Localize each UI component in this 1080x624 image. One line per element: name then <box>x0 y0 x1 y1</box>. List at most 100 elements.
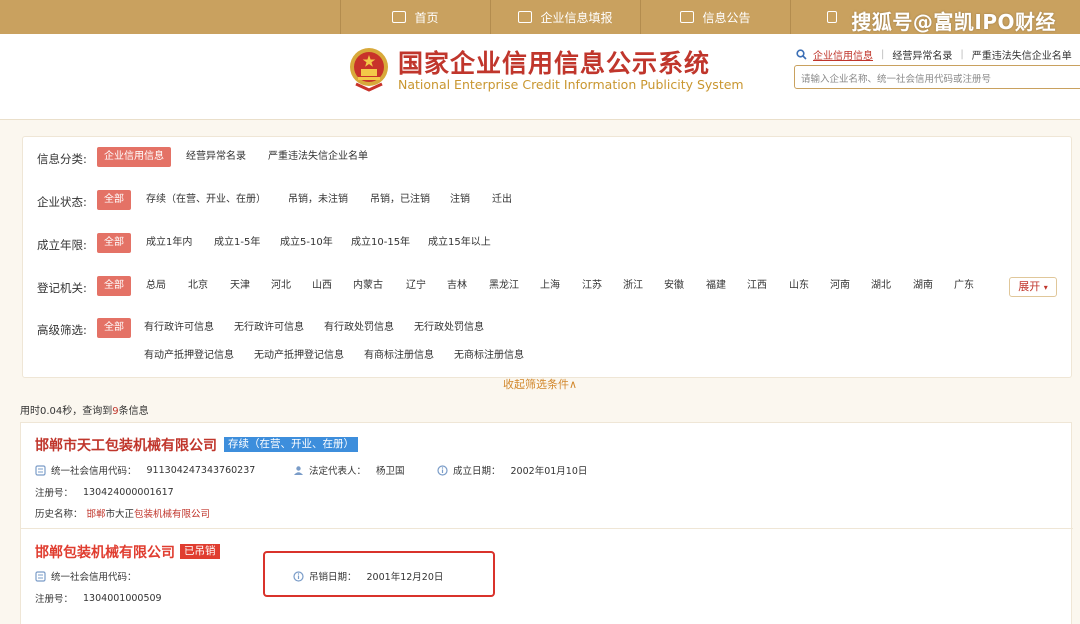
company-name[interactable]: 邯郸市天工包装机械有限公司 <box>35 435 217 455</box>
filter-years-10-15[interactable]: 成立10-15年 <box>344 233 417 253</box>
filter-category-abnormal[interactable]: 经营异常名录 <box>179 147 253 167</box>
filter-authority-all[interactable]: 全部 <box>97 276 131 296</box>
link-blacklist[interactable]: 严重违法失信企业名单 <box>972 47 1072 62</box>
filter-authority-item[interactable]: 内蒙古 <box>346 276 390 296</box>
filter-authority-item[interactable]: 天津 <box>223 276 257 296</box>
collapse-filters-link[interactable]: 收起筛选条件∧ <box>0 376 1080 392</box>
expand-button[interactable]: 展开 ▾ <box>1009 277 1057 297</box>
filter-authority-item[interactable]: 上海 <box>533 276 567 296</box>
credit-code-row: 统一社会信用代码： <box>35 569 147 583</box>
filter-years-1-5[interactable]: 成立1-5年 <box>207 233 267 253</box>
history-name-row: 历史名称： 邯郸 市大正 包装机械有限公司 <box>35 506 210 520</box>
filter-status-revoked-open[interactable]: 吊销，未注销 <box>281 190 355 210</box>
founding-date-label: 成立日期： <box>453 466 501 477</box>
filter-status-moved[interactable]: 迁出 <box>485 190 519 210</box>
filter-authority-item[interactable]: 山东 <box>782 276 816 296</box>
collapse-filters-label: 收起筛选条件∧ <box>502 378 578 391</box>
history-name-highlight: 包装机械有限公司 <box>134 509 211 520</box>
filter-advanced-item[interactable]: 无商标注册信息 <box>447 346 531 366</box>
link-credit-info[interactable]: 企业信用信息 <box>813 47 873 62</box>
result-stats: 用时0.04秒，查询到9条信息 <box>20 402 149 417</box>
filter-authority-item[interactable]: 山西 <box>305 276 339 296</box>
stats-suffix: 条信息 <box>118 406 149 417</box>
filter-authority-item[interactable]: 吉林 <box>440 276 474 296</box>
nav-notice[interactable]: 信息公告 <box>640 0 790 34</box>
filter-category-credit[interactable]: 企业信用信息 <box>97 147 171 167</box>
filter-advanced-item[interactable]: 无行政处罚信息 <box>407 318 491 338</box>
national-emblem-icon <box>350 48 388 92</box>
filter-authority-item[interactable]: 北京 <box>181 276 215 296</box>
filter-status-all[interactable]: 全部 <box>97 190 131 210</box>
status-badge: 已吊销 <box>180 544 220 559</box>
site-subtitle: National Enterprise Credit Information P… <box>398 77 744 92</box>
credit-code-label: 统一社会信用代码： <box>51 466 137 477</box>
filter-years-all[interactable]: 全部 <box>97 233 131 253</box>
filter-panel: 信息分类: 企业信用信息 经营异常名录 严重违法失信企业名单 企业状态: 全部 … <box>22 136 1072 378</box>
reg-no-value: 1304001000509 <box>83 592 162 604</box>
filter-advanced-all[interactable]: 全部 <box>97 318 131 338</box>
history-name-highlight: 邯郸 <box>86 509 106 520</box>
filter-label-advanced: 高级筛选: <box>37 323 87 337</box>
id-card-icon <box>35 464 46 476</box>
monitor-icon <box>392 11 407 23</box>
filter-authority-item[interactable]: 辽宁 <box>399 276 433 296</box>
filter-authority-item[interactable]: 广东 <box>947 276 981 296</box>
reg-no-value: 130424000001617 <box>83 486 174 498</box>
status-badge: 存续（在营、开业、在册） <box>224 437 358 452</box>
company-name[interactable]: 邯郸包装机械有限公司 <box>35 542 175 562</box>
filter-authority-item[interactable]: 安徽 <box>657 276 691 296</box>
filter-authority-item[interactable]: 黑龙江 <box>482 276 526 296</box>
filter-advanced-item[interactable]: 无行政许可信息 <box>227 318 311 338</box>
filter-years-1[interactable]: 成立1年内 <box>139 233 199 253</box>
filter-authority-item[interactable]: 河南 <box>823 276 857 296</box>
filter-status-active[interactable]: 存续（在营、开业、在册） <box>139 190 273 210</box>
filter-label-years: 成立年限: <box>37 238 87 252</box>
link-abnormal-list[interactable]: 经营异常名录 <box>892 47 952 62</box>
site-header: 国家企业信用信息公示系统 National Enterprise Credit … <box>0 34 1080 120</box>
quick-links: 企业信用信息 | 经营异常名录 | 严重违法失信企业名单 <box>796 47 1072 62</box>
result-list: 邯郸市天工包装机械有限公司 存续（在营、开业、在册） 统一社会信用代码： 911… <box>20 422 1073 624</box>
founding-date-row: 成立日期： 2002年01月10日 <box>437 463 587 477</box>
filter-status-revoked-closed[interactable]: 吊销，已注销 <box>363 190 437 210</box>
nav-home[interactable]: 首页 <box>340 0 490 34</box>
reg-no-label: 注册号： <box>35 594 74 605</box>
result-card[interactable]: 邯郸市天工包装机械有限公司 存续（在营、开业、在册） 统一社会信用代码： 911… <box>21 423 1073 529</box>
filter-advanced-item[interactable]: 有商标注册信息 <box>357 346 441 366</box>
person-icon <box>294 465 303 475</box>
credit-code-row: 统一社会信用代码： 911304247343760237 <box>35 463 255 477</box>
document-icon <box>680 11 695 23</box>
legal-rep-label: 法定代表人： <box>309 466 367 477</box>
filter-authority-item[interactable]: 河北 <box>264 276 298 296</box>
filter-years-5-10[interactable]: 成立5-10年 <box>273 233 340 253</box>
chevron-down-icon: ▾ <box>1043 283 1048 292</box>
filter-authority-item[interactable]: 湖南 <box>906 276 940 296</box>
link-divider: | <box>881 49 885 60</box>
filter-authority-item[interactable]: 江西 <box>740 276 774 296</box>
filter-authority-item[interactable]: 福建 <box>699 276 733 296</box>
search-input[interactable]: 请输入企业名称、统一社会信用代码或注册号 <box>794 65 1080 89</box>
nav-report[interactable]: 企业信息填报 <box>490 0 640 34</box>
nav-notice-label: 信息公告 <box>702 10 751 25</box>
history-name-label: 历史名称： <box>35 509 83 520</box>
filter-advanced-item[interactable]: 无动产抵押登记信息 <box>247 346 351 366</box>
filter-authority-item[interactable]: 湖北 <box>864 276 898 296</box>
filter-advanced-item[interactable]: 有动产抵押登记信息 <box>137 346 241 366</box>
filter-label-status: 企业状态: <box>37 195 87 209</box>
filter-status-cancelled[interactable]: 注销 <box>443 190 477 210</box>
info-icon <box>437 464 448 476</box>
result-card[interactable]: 邯郸包装机械有限公司 已吊销 统一社会信用代码： 吊销日期： 2001年12月2… <box>21 529 1073 624</box>
filter-authority-item[interactable]: 总局 <box>139 276 173 296</box>
filter-authority-item[interactable]: 浙江 <box>616 276 650 296</box>
nav-announce[interactable] <box>790 0 850 34</box>
filter-advanced-item[interactable]: 有行政许可信息 <box>137 318 221 338</box>
search-icon <box>796 49 807 60</box>
reg-no-row: 注册号： 130424000001617 <box>35 485 174 500</box>
filter-years-15plus[interactable]: 成立15年以上 <box>421 233 498 253</box>
filter-category-blacklist[interactable]: 严重违法失信企业名单 <box>261 147 375 167</box>
reg-no-row: 注册号： 1304001000509 <box>35 591 162 606</box>
filter-advanced-item[interactable]: 有行政处罚信息 <box>317 318 401 338</box>
filter-authority-item[interactable]: 江苏 <box>575 276 609 296</box>
top-nav: 首页 企业信息填报 信息公告 搜狐号@富凯IPO财经 <box>0 0 1080 34</box>
reg-no-label: 注册号： <box>35 488 74 499</box>
history-name-middle: 市大正 <box>105 509 135 520</box>
